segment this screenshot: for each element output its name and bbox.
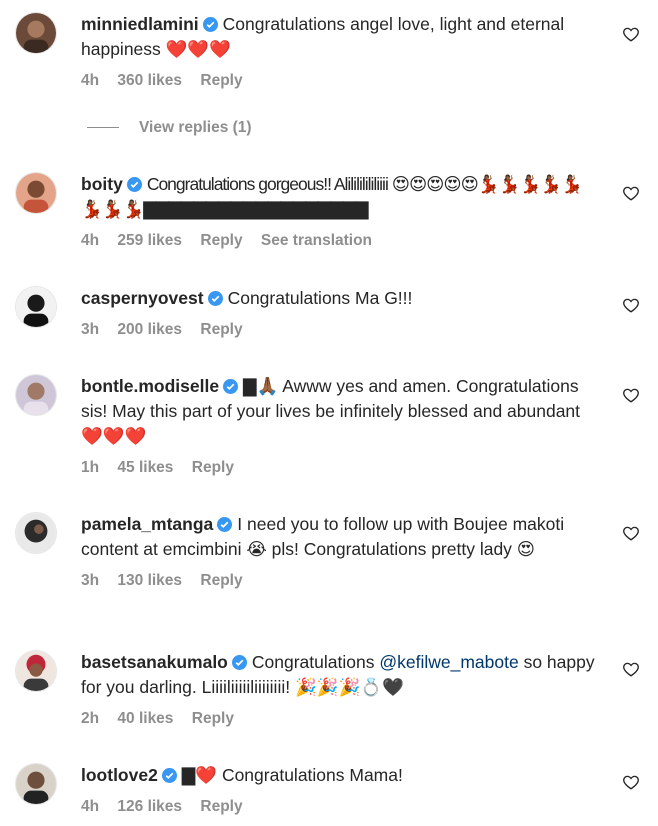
heart-outline-icon[interactable]	[622, 773, 640, 791]
reply-button[interactable]: Reply	[200, 572, 242, 589]
reply-button[interactable]: Reply	[192, 710, 234, 727]
heart-outline-icon[interactable]	[622, 660, 640, 678]
verified-badge-icon	[126, 177, 142, 192]
timestamp[interactable]: 1h	[81, 459, 99, 476]
divider-line	[87, 127, 119, 129]
avatar[interactable]	[15, 763, 57, 805]
comment-meta: 2h 40 likes Reply	[81, 709, 601, 729]
verified-badge-icon	[223, 379, 239, 394]
avatar[interactable]	[15, 374, 57, 416]
heart-outline-icon[interactable]	[622, 524, 640, 542]
username[interactable]: caspernyovest	[81, 288, 204, 308]
comment-text-prefix: ▇🙏🏾 Awww yes and amen.	[243, 376, 452, 396]
avatar[interactable]	[15, 512, 57, 554]
heart-outline-icon[interactable]	[622, 25, 640, 43]
comment-meta: 1h 45 likes Reply	[81, 458, 601, 478]
avatar[interactable]	[15, 172, 57, 214]
reply-button[interactable]: Reply	[200, 232, 242, 249]
timestamp[interactable]: 3h	[81, 572, 99, 589]
likes-count[interactable]: 200 likes	[117, 321, 182, 338]
comment-meta: 4h 259 likes Reply See translation	[81, 231, 601, 251]
comment-text: Congratulations	[251, 652, 375, 672]
reply-button[interactable]: Reply	[200, 72, 242, 89]
see-translation-button[interactable]: See translation	[261, 232, 372, 249]
avatar[interactable]	[15, 12, 57, 54]
likes-count[interactable]: 360 likes	[117, 72, 182, 89]
verified-badge-icon	[217, 517, 233, 532]
verified-badge-icon	[161, 768, 177, 783]
timestamp[interactable]: 3h	[81, 321, 99, 338]
avatar[interactable]	[15, 286, 57, 328]
timestamp[interactable]: 4h	[81, 798, 99, 815]
reply-button[interactable]: Reply	[200, 321, 242, 338]
view-replies-label: View replies (1)	[139, 119, 252, 136]
likes-count[interactable]: 45 likes	[117, 459, 173, 476]
likes-count[interactable]: 40 likes	[117, 710, 173, 727]
verified-badge-icon	[207, 291, 223, 306]
likes-count[interactable]: 259 likes	[117, 232, 182, 249]
heart-outline-icon[interactable]	[622, 184, 640, 202]
username[interactable]: pamela_mtanga	[81, 514, 213, 534]
likes-count[interactable]: 126 likes	[117, 798, 182, 815]
comment-meta: 4h 126 likes Reply	[81, 797, 601, 817]
username[interactable]: minniedlamini	[81, 14, 199, 34]
heart-outline-icon[interactable]	[622, 386, 640, 404]
comment-text: ▇❤️ Congratulations Mama!	[181, 765, 403, 785]
username[interactable]: bontle.modiselle	[81, 376, 219, 396]
username[interactable]: basetsanakumalo	[81, 652, 228, 672]
timestamp[interactable]: 4h	[81, 232, 99, 249]
view-replies-button[interactable]: View replies (1)	[87, 119, 252, 139]
comment-text: Congratulations gorgeous!! Alililililili…	[81, 174, 583, 219]
heart-outline-icon[interactable]	[622, 296, 640, 314]
comment-meta: 3h 200 likes Reply	[81, 320, 601, 340]
comment-meta: 3h 130 likes Reply	[81, 571, 601, 591]
reply-button[interactable]: Reply	[200, 798, 242, 815]
verified-badge-icon	[202, 17, 218, 32]
verified-badge-icon	[231, 655, 247, 670]
timestamp[interactable]: 2h	[81, 710, 99, 727]
username[interactable]: lootlove2	[81, 765, 158, 785]
likes-count[interactable]: 130 likes	[117, 572, 182, 589]
comment-meta: 4h 360 likes Reply	[81, 71, 601, 91]
username[interactable]: boity	[81, 174, 123, 194]
avatar[interactable]	[15, 650, 57, 692]
mention-link[interactable]: @kefilwe_mabote	[379, 652, 518, 672]
timestamp[interactable]: 4h	[81, 72, 99, 89]
reply-button[interactable]: Reply	[192, 459, 234, 476]
comment-text: Congratulations Ma G!!!	[227, 288, 413, 308]
